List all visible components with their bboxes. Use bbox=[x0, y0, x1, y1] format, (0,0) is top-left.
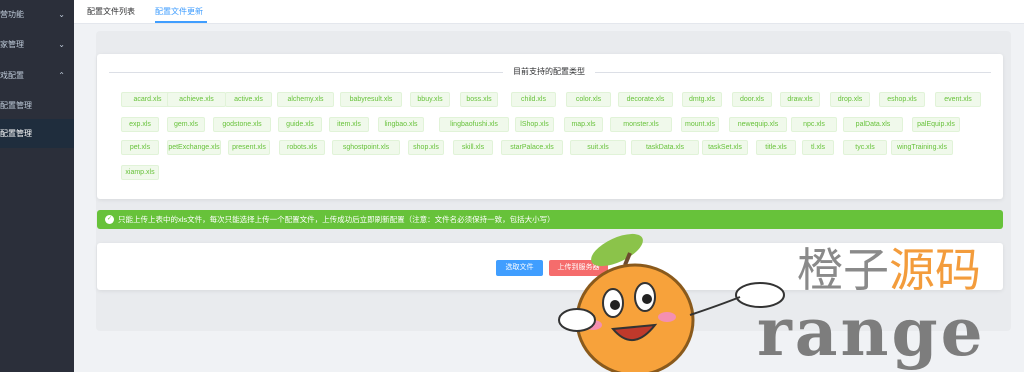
tab-bar: 配置文件列表 配置文件更新 bbox=[74, 0, 1024, 24]
config-type-tag: color.xls bbox=[566, 92, 611, 107]
sidebar-item-label: 营功能 bbox=[0, 10, 24, 19]
config-type-tag: tyc.xls bbox=[843, 140, 887, 155]
active-tab-indicator bbox=[155, 21, 207, 23]
config-type-tag: lShop.xls bbox=[515, 117, 554, 132]
config-type-tag: tl.xls bbox=[802, 140, 834, 155]
alert-text: 只能上传上表中的xls文件，每次只能选择上传一个配置文件，上传成功后立即刷新配置… bbox=[118, 215, 555, 224]
sidebar-item-label: 家管理 bbox=[0, 40, 24, 49]
config-type-tag: palData.xls bbox=[843, 117, 903, 132]
config-type-tag: pet.xls bbox=[121, 140, 159, 155]
config-type-tag: xiamp.xls bbox=[121, 165, 159, 180]
config-type-tag: wingTraining.xls bbox=[891, 140, 953, 155]
config-type-tag: dmtg.xls bbox=[682, 92, 722, 107]
config-type-tag: skill.xls bbox=[453, 140, 493, 155]
sidebar-item-config-management-active[interactable]: 配置管理 bbox=[0, 119, 74, 148]
config-type-tag: draw.xls bbox=[780, 92, 820, 107]
section-title: 目前支持的配置类型 bbox=[503, 66, 595, 78]
config-type-tag: drop.xls bbox=[830, 92, 870, 107]
chevron-down-icon: ⌄ bbox=[58, 10, 65, 19]
config-type-tag: boss.xls bbox=[460, 92, 498, 107]
config-type-tag: starPalace.xls bbox=[501, 140, 563, 155]
config-type-tag: palEquip.xls bbox=[912, 117, 960, 132]
config-type-tag: lingbaofushi.xls bbox=[439, 117, 509, 132]
config-type-tag: active.xls bbox=[225, 92, 272, 107]
sidebar: 营功能 ⌄ 家管理 ⌄ 戏配置 ⌃ 配置管理 配置管理 bbox=[0, 0, 74, 372]
config-type-tag: gem.xls bbox=[167, 117, 205, 132]
config-type-tag: taskSet.xls bbox=[702, 140, 748, 155]
choose-file-button[interactable]: 选取文件 bbox=[496, 260, 543, 276]
sidebar-item-label: 配置管理 bbox=[0, 129, 32, 138]
sidebar-item-label: 戏配置 bbox=[0, 71, 24, 80]
success-alert: ✓ 只能上传上表中的xls文件，每次只能选择上传一个配置文件，上传成功后立即刷新… bbox=[97, 210, 1003, 229]
config-type-tag: petExchange.xls bbox=[167, 140, 221, 155]
config-type-tag: eshop.xls bbox=[879, 92, 925, 107]
config-type-tag: godstone.xls bbox=[213, 117, 271, 132]
config-type-tag: shop.xls bbox=[408, 140, 444, 155]
config-type-tag: decorate.xls bbox=[618, 92, 673, 107]
config-type-tag: title.xls bbox=[756, 140, 796, 155]
config-type-tag: door.xls bbox=[732, 92, 772, 107]
config-type-tag: present.xls bbox=[228, 140, 270, 155]
config-type-tag: robots.xls bbox=[279, 140, 325, 155]
config-type-tag: event.xls bbox=[935, 92, 981, 107]
chevron-up-icon: ⌃ bbox=[58, 71, 65, 80]
chevron-down-icon: ⌄ bbox=[58, 40, 65, 49]
sidebar-item-player-management[interactable]: 家管理 ⌄ bbox=[0, 30, 74, 60]
config-type-tag: babyresult.xls bbox=[340, 92, 402, 107]
config-type-tag: achieve.xls bbox=[167, 92, 226, 107]
config-type-tag: exp.xls bbox=[121, 117, 159, 132]
sidebar-item-game-config[interactable]: 戏配置 ⌃ bbox=[0, 61, 74, 91]
config-type-tag: sghostpoint.xls bbox=[332, 140, 400, 155]
config-type-tag: newequip.xls bbox=[729, 117, 787, 132]
config-type-tag: taskData.xls bbox=[631, 140, 699, 155]
sidebar-item-label: 配置管理 bbox=[0, 101, 32, 110]
config-type-tag: monster.xls bbox=[610, 117, 672, 132]
sidebar-item-operations[interactable]: 营功能 ⌄ bbox=[0, 0, 74, 30]
tab-config-file-list[interactable]: 配置文件列表 bbox=[87, 0, 135, 24]
upload-to-server-button[interactable]: 上传到服务器 bbox=[549, 260, 608, 276]
upload-card: 选取文件 上传到服务器 bbox=[97, 243, 1003, 290]
sidebar-item-config-management[interactable]: 配置管理 bbox=[0, 91, 74, 121]
config-type-tag: alchemy.xls bbox=[277, 92, 334, 107]
check-circle-icon: ✓ bbox=[105, 215, 114, 224]
config-type-tag: bbuy.xls bbox=[410, 92, 450, 107]
config-type-tag: map.xls bbox=[564, 117, 603, 132]
config-type-tag: item.xls bbox=[329, 117, 369, 132]
config-type-tag: suit.xls bbox=[570, 140, 626, 155]
config-type-tag: lingbao.xls bbox=[378, 117, 424, 132]
config-type-tag: npc.xls bbox=[791, 117, 837, 132]
config-type-tag: guide.xls bbox=[278, 117, 322, 132]
config-type-tag: mount.xls bbox=[681, 117, 719, 132]
config-type-tag: child.xls bbox=[511, 92, 556, 107]
supported-types-card: 目前支持的配置类型 acard.xls achieve.xls active.xls… bbox=[97, 54, 1003, 199]
